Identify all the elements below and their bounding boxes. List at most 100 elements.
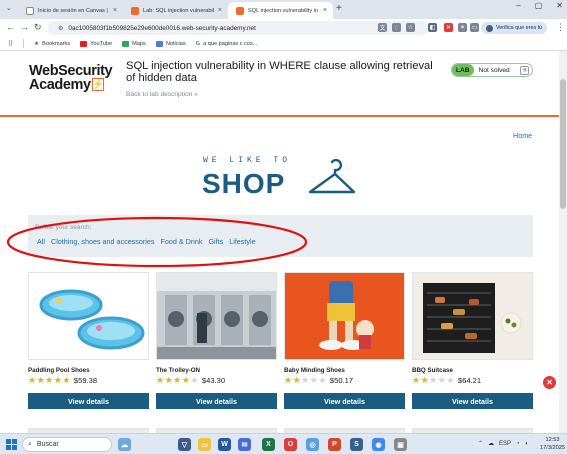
word-icon[interactable]: W (218, 438, 231, 451)
tab-sql-injection[interactable]: SQL injection vulnerability in W × (228, 2, 333, 19)
star-filled-icon: ★ (53, 375, 62, 385)
maximize-icon[interactable]: ▢ (535, 1, 543, 10)
file-explorer-icon[interactable]: ▭ (198, 438, 211, 451)
star-filled-icon: ★ (45, 375, 54, 385)
search-icon: ⌕ (28, 440, 32, 448)
excel-icon[interactable]: X (262, 438, 275, 451)
extensions-puzzle-icon[interactable]: ✦ (458, 23, 467, 32)
bookmark-label: YouTube (90, 40, 113, 47)
tab-title: SQL injection vulnerability in W (248, 7, 319, 14)
product-name: BBQ Suitcase (412, 367, 453, 374)
minimize-icon[interactable]: – (516, 1, 520, 10)
lab-badge: LAB (452, 64, 474, 76)
star-rating-icons: ★★★★★ (156, 376, 199, 385)
menu-dots-icon[interactable]: ⋮ (556, 22, 565, 33)
bookmark-item-bookmarks[interactable]: ★ Bookmarks (34, 41, 70, 47)
product-rating: ★★★★★ $59.38 (28, 375, 97, 386)
error-close-icon[interactable]: ✕ (543, 376, 556, 389)
address-bar[interactable]: ⚙ 0ac1005803f1b509825e29e600de0016.web-s… (48, 21, 428, 35)
star-filled-icon: ★ (292, 375, 301, 385)
product-card: The Trolley-ON ★★★★★ $43.30 View details (156, 272, 277, 409)
tab-title: Inicio de sesión en Canvas | Inst (38, 7, 109, 14)
star-filled-icon: ★ (420, 375, 429, 385)
system-tray: ⌃ ☁ ESP ◔ ◗ (478, 440, 529, 448)
page-scrollbar[interactable] (559, 51, 567, 433)
bookmark-label: Noticias (165, 40, 186, 47)
close-tab-icon[interactable]: × (218, 7, 222, 14)
tab-lab[interactable]: Lab: SQL injection vulnerability × (123, 2, 228, 19)
bookmark-item-youtube[interactable]: YouTube (80, 40, 113, 47)
app-icon[interactable]: ▣ (394, 438, 407, 451)
web-security-favicon-icon (131, 6, 139, 15)
chevron-up-icon[interactable]: ⌃ (478, 440, 483, 447)
youtube-icon (80, 40, 88, 47)
product-image (28, 272, 149, 360)
star-icon: ★ (34, 40, 40, 47)
profile-avatar-icon (486, 24, 493, 32)
star-empty-icon: ★ (309, 375, 318, 385)
google-icon: G (195, 40, 201, 47)
chrome-icon[interactable]: ◉ (372, 438, 385, 451)
bookmark-item-search[interactable]: G a que paginas c cos... (196, 41, 258, 47)
side-panel-icon[interactable]: ▭ (470, 23, 479, 32)
close-tab-icon[interactable]: × (113, 7, 117, 14)
scrollbar-thumb[interactable] (560, 79, 566, 209)
bookmark-item-maps[interactable]: Maps (122, 40, 146, 47)
tab-canvas[interactable]: Inicio de sesión en Canvas | Inst × (18, 2, 123, 19)
volume-icon[interactable]: ◗ (525, 441, 529, 447)
vpn-icon[interactable]: ▽ (178, 438, 191, 451)
forward-arrow-icon[interactable]: → (20, 22, 29, 32)
back-link-label: Back to lab description (126, 91, 193, 98)
back-arrow-icon[interactable]: ← (6, 22, 15, 32)
canvas-favicon-icon (26, 6, 34, 15)
view-details-button[interactable]: View details (412, 393, 533, 409)
star-empty-icon: ★ (301, 375, 310, 385)
shop-tagline: WE LIKE TO (203, 156, 292, 165)
browser-toolbar: ← → ↻ ⚙ 0ac1005803f1b509825e29e600de0016… (0, 19, 567, 37)
star-filled-icon: ★ (173, 375, 182, 385)
bookmark-item-noticias[interactable]: Noticias (155, 40, 186, 47)
steam-icon[interactable]: S (350, 438, 363, 451)
back-to-lab-description-link[interactable]: Back to lab description » (126, 91, 198, 98)
apps-grid-icon[interactable]: ⠿ (8, 40, 13, 48)
windows-start-icon[interactable] (6, 439, 17, 450)
language-indicator[interactable]: ESP (499, 441, 511, 447)
teams-icon[interactable]: ◎ (306, 438, 319, 451)
profile-verify-label: Verifica que eres tú (496, 25, 543, 31)
web-security-academy-logo[interactable]: WebSecurity Academy ⚡ (29, 64, 119, 93)
lab-status-widget: LAB Not solved ⚗ (451, 63, 533, 77)
powerpoint-icon[interactable]: P (328, 438, 341, 451)
new-tab-icon[interactable]: + (336, 3, 342, 14)
close-tab-icon[interactable]: × (323, 7, 327, 14)
mail-icon[interactable]: ✉ (238, 438, 251, 451)
extension-icon[interactable]: ◧ (428, 23, 437, 32)
bookmarks-bar: ⠿ ★ Bookmarks YouTube Maps Noticias G a … (0, 37, 567, 51)
home-link[interactable]: Home (513, 131, 532, 140)
taskbar-search-input[interactable]: ⌕ Buscar (22, 437, 112, 452)
star-empty-icon: ★ (429, 375, 438, 385)
reload-icon[interactable]: ↻ (34, 22, 42, 33)
close-window-icon[interactable]: ✕ (556, 1, 563, 10)
web-security-favicon-icon (236, 6, 244, 15)
view-details-button[interactable]: View details (284, 393, 405, 409)
translate-icon[interactable]: 文 (378, 23, 387, 32)
tab-search-icon[interactable]: ⌄ (6, 4, 12, 12)
opera-icon[interactable]: O (284, 438, 297, 451)
bookmark-star-icon[interactable]: ☆ (406, 23, 415, 32)
site-info-icon[interactable]: ⚙ (58, 25, 63, 32)
cloud-icon[interactable]: ☁ (488, 440, 494, 447)
product-rating: ★★★★★ $50.17 (284, 375, 354, 386)
eye-off-icon[interactable]: ◌ (392, 23, 401, 32)
wifi-icon[interactable]: ◔ (516, 441, 520, 447)
profile-verify-button[interactable]: Verifica que eres tú (481, 22, 548, 34)
view-details-button[interactable]: View details (28, 393, 149, 409)
widgets-icon[interactable]: ☁ (118, 438, 131, 451)
view-details-button[interactable]: View details (156, 393, 277, 409)
taskbar-clock[interactable]: 12:53 17/3/2025 (540, 436, 565, 452)
star-filled-icon: ★ (156, 375, 165, 385)
double-chevron-right-icon: » (194, 91, 198, 98)
shop-logo: WE LIKE TO SHOP (202, 156, 356, 204)
product-name: The Trolley-ON (156, 367, 201, 374)
product-price: $50.17 (329, 376, 354, 385)
extension-red-icon[interactable]: ✕ (444, 23, 453, 32)
